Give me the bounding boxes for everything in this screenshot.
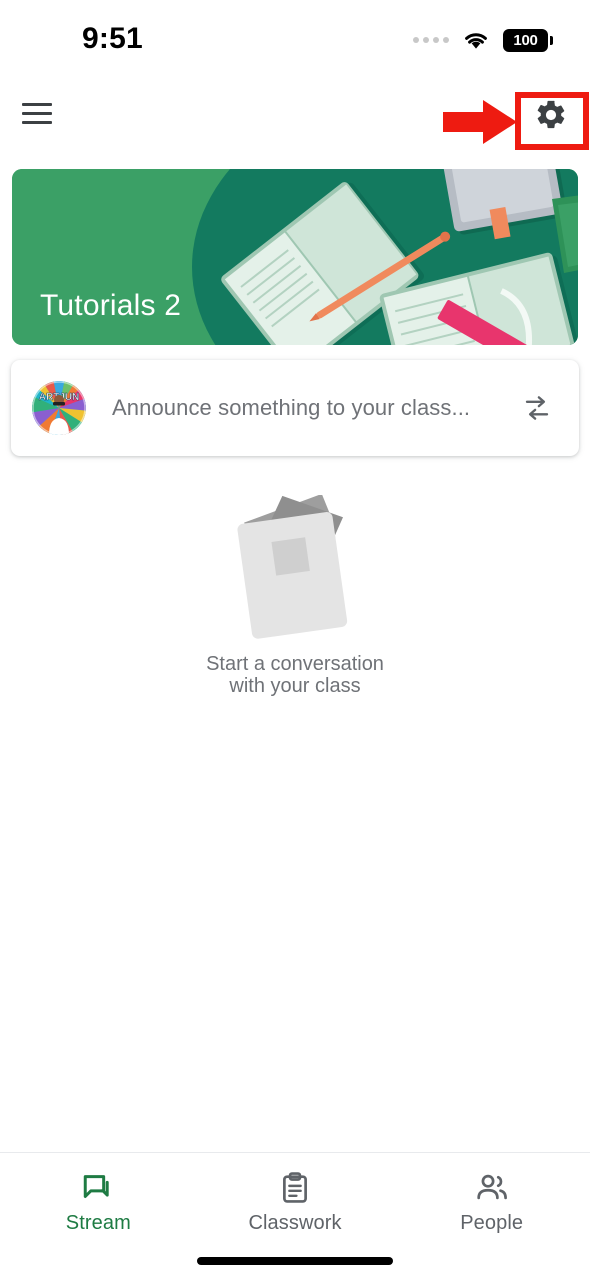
empty-state: Start a conversation with your class [0, 495, 590, 697]
status-time: 9:51 [82, 22, 143, 55]
home-indicator-bar[interactable] [197, 1257, 393, 1265]
avatar-image: ARTJUN [32, 381, 86, 435]
gear-icon-glyph [537, 100, 565, 129]
people-icon [477, 1174, 507, 1200]
battery-full-icon: 100 [503, 28, 553, 52]
class-title: Tutorials 2 [40, 289, 182, 322]
hamburger-menu-icon[interactable] [18, 92, 60, 134]
avatar[interactable]: ARTJUN [32, 381, 86, 435]
app-bar [0, 78, 590, 164]
nav-label-stream: Stream [65, 1212, 131, 1234]
stacked-papers-icon [237, 495, 348, 639]
nav-item-people[interactable]: People [393, 1171, 590, 1235]
nav-item-stream[interactable]: Stream [0, 1171, 197, 1235]
nav-label-people: People [460, 1212, 524, 1234]
swap-arrows-icon[interactable] [517, 388, 557, 428]
class-banner[interactable]: Tutorials 2 [12, 169, 578, 345]
status-bar: 9:51 100 [0, 0, 590, 78]
signal-dots-icon [413, 37, 449, 43]
nav-label-classwork: Classwork [248, 1212, 342, 1234]
wifi-icon [465, 32, 487, 49]
chat-bubbles-icon [84, 1175, 110, 1198]
empty-state-text: Start a conversation with your class [206, 653, 384, 697]
status-indicators: 100 [413, 28, 553, 52]
clipboard-icon [283, 1172, 307, 1203]
announce-placeholder-text[interactable]: Announce something to your class... [112, 395, 517, 421]
empty-state-line-1: Start a conversation [206, 653, 384, 675]
empty-state-line-2: with your class [229, 675, 361, 697]
battery-level-text: 100 [513, 31, 538, 49]
phone-screen: 9:51 100 Tutorials 2 Announce something … [0, 0, 590, 1280]
nav-item-classwork[interactable]: Classwork [197, 1171, 394, 1235]
swap-arrows-glyph [525, 396, 549, 420]
announce-card[interactable]: ARTJUN Announce something to your class.… [11, 360, 579, 456]
gear-icon[interactable] [530, 94, 572, 136]
